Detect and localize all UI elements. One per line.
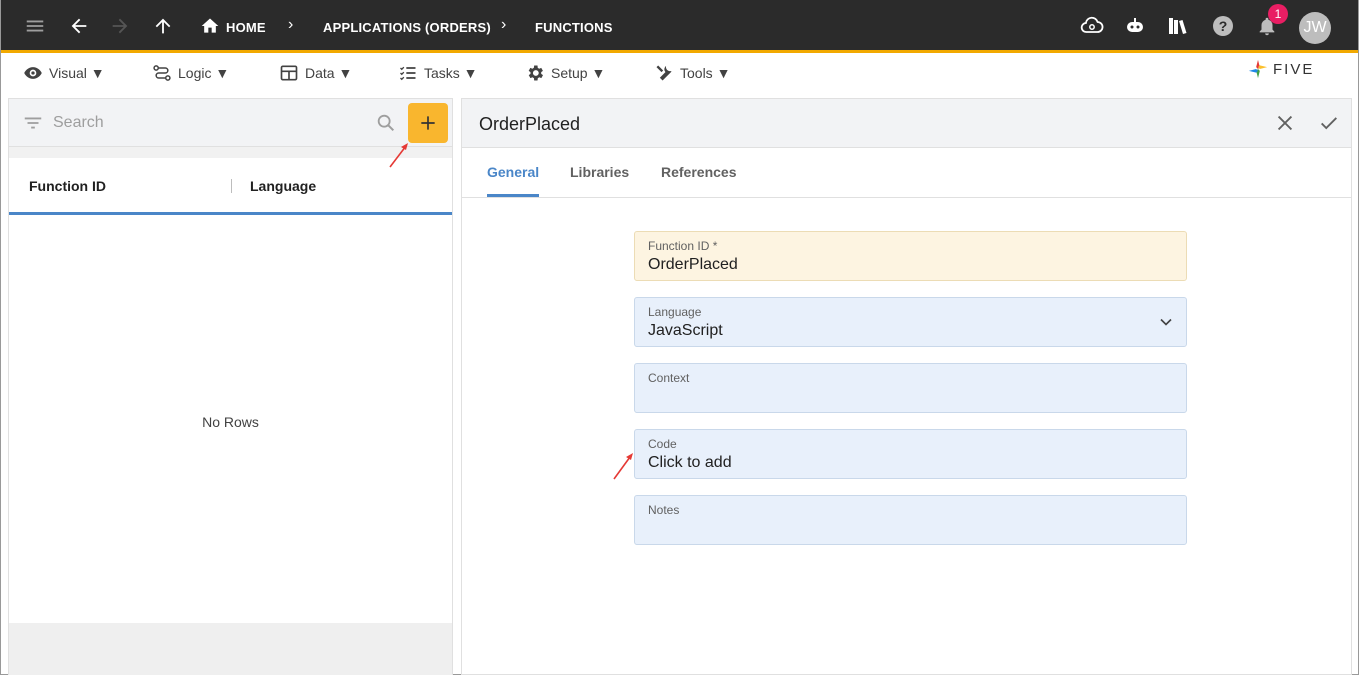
user-avatar[interactable]: JW xyxy=(1299,12,1331,44)
table-grid-icon xyxy=(280,65,298,81)
eye-icon xyxy=(24,67,42,79)
language-select[interactable]: Language JavaScript xyxy=(634,297,1187,347)
language-label: Language xyxy=(648,305,702,319)
code-field[interactable]: Code Click to add xyxy=(634,429,1187,479)
column-header-function-id[interactable]: Function ID xyxy=(29,178,106,194)
search-icon[interactable] xyxy=(375,112,397,139)
notification-badge: 1 xyxy=(1268,4,1288,24)
notes-field[interactable]: Notes xyxy=(634,495,1187,545)
chatbot-icon[interactable] xyxy=(1123,14,1147,38)
back-arrow-icon[interactable] xyxy=(67,14,91,38)
checklist-icon xyxy=(400,66,416,81)
menu-logic[interactable]: Logic ▼ xyxy=(152,63,229,83)
empty-list-message: No Rows xyxy=(202,414,259,430)
breadcrumb-applications[interactable]: APPLICATIONS (ORDERS) xyxy=(323,20,491,35)
context-field[interactable]: Context xyxy=(634,363,1187,413)
plus-icon xyxy=(421,116,435,130)
function-list-panel: Function ID Language No Rows xyxy=(8,98,453,675)
context-label: Context xyxy=(648,371,690,385)
search-bar xyxy=(9,99,452,147)
notes-label: Notes xyxy=(648,503,680,517)
up-arrow-icon[interactable] xyxy=(151,14,175,38)
menu-tools-label: Tools ▼ xyxy=(680,65,731,81)
function-id-label: Function ID * xyxy=(648,239,718,253)
five-logo-text: FIVE xyxy=(1273,60,1315,78)
tab-libraries[interactable]: Libraries xyxy=(570,164,629,180)
library-books-icon[interactable] xyxy=(1166,14,1190,38)
list-footer xyxy=(9,623,452,675)
top-bar: HOME › APPLICATIONS (ORDERS) › FUNCTIONS… xyxy=(1,0,1358,53)
gear-icon xyxy=(528,65,543,81)
home-icon[interactable] xyxy=(198,14,222,38)
svg-text:?: ? xyxy=(1219,18,1228,34)
breadcrumb-home[interactable]: HOME xyxy=(226,20,266,35)
menu-tools[interactable]: Tools ▼ xyxy=(654,63,730,83)
add-function-button[interactable] xyxy=(408,103,448,143)
function-id-field[interactable]: Function ID * OrderPlaced xyxy=(634,231,1187,281)
filter-icon[interactable] xyxy=(22,112,44,139)
function-form-panel: OrderPlaced General Libraries References… xyxy=(461,98,1352,675)
menu-data-label: Data ▼ xyxy=(305,65,353,81)
tools-wrench-icon xyxy=(656,65,672,81)
annotation-arrow-icon xyxy=(389,143,408,168)
five-logo: FIVE xyxy=(1247,58,1314,80)
column-header-language[interactable]: Language xyxy=(250,178,316,194)
main-menu-bar: Visual ▼ Logic ▼ Data ▼ Tasks ▼ Setup ▼ … xyxy=(1,56,1358,90)
column-divider[interactable] xyxy=(231,179,232,193)
active-tab-indicator xyxy=(487,194,539,197)
tab-general[interactable]: General xyxy=(487,164,539,180)
form-title: OrderPlaced xyxy=(479,114,581,134)
breadcrumb-functions[interactable]: FUNCTIONS xyxy=(535,20,613,35)
breadcrumb-separator: › xyxy=(501,16,507,33)
breadcrumb-separator: › xyxy=(288,16,294,33)
menu-visual[interactable]: Visual ▼ xyxy=(23,63,105,83)
menu-tasks[interactable]: Tasks ▼ xyxy=(398,63,478,83)
form-tabs: General Libraries References xyxy=(462,148,1351,198)
menu-setup[interactable]: Setup ▼ xyxy=(525,63,605,83)
hamburger-menu-icon[interactable] xyxy=(23,14,47,38)
five-logo-mark-icon xyxy=(1248,59,1268,79)
language-value: JavaScript xyxy=(648,322,723,339)
help-icon[interactable]: ? xyxy=(1211,14,1235,38)
cloud-deploy-icon[interactable] xyxy=(1080,14,1104,38)
code-value: Click to add xyxy=(648,454,732,471)
menu-visual-label: Visual ▼ xyxy=(49,65,105,81)
search-input[interactable] xyxy=(53,111,363,135)
flow-logic-icon xyxy=(153,65,171,81)
list-header: Function ID Language xyxy=(9,158,452,215)
save-checkmark-icon[interactable] xyxy=(1317,111,1341,135)
menu-logic-label: Logic ▼ xyxy=(178,65,230,81)
tab-references[interactable]: References xyxy=(661,164,737,180)
menu-data[interactable]: Data ▼ xyxy=(279,63,352,83)
function-list: Function ID Language No Rows xyxy=(9,158,452,623)
menu-tasks-label: Tasks ▼ xyxy=(424,65,478,81)
function-id-value: OrderPlaced xyxy=(648,256,738,273)
menu-setup-label: Setup ▼ xyxy=(551,65,606,81)
forward-arrow-icon[interactable] xyxy=(108,14,132,38)
annotation-arrow-icon xyxy=(613,453,633,480)
code-label: Code xyxy=(648,437,677,451)
close-icon[interactable] xyxy=(1273,111,1297,135)
chevron-down-icon[interactable] xyxy=(1156,312,1176,332)
form-header: OrderPlaced xyxy=(462,99,1351,148)
